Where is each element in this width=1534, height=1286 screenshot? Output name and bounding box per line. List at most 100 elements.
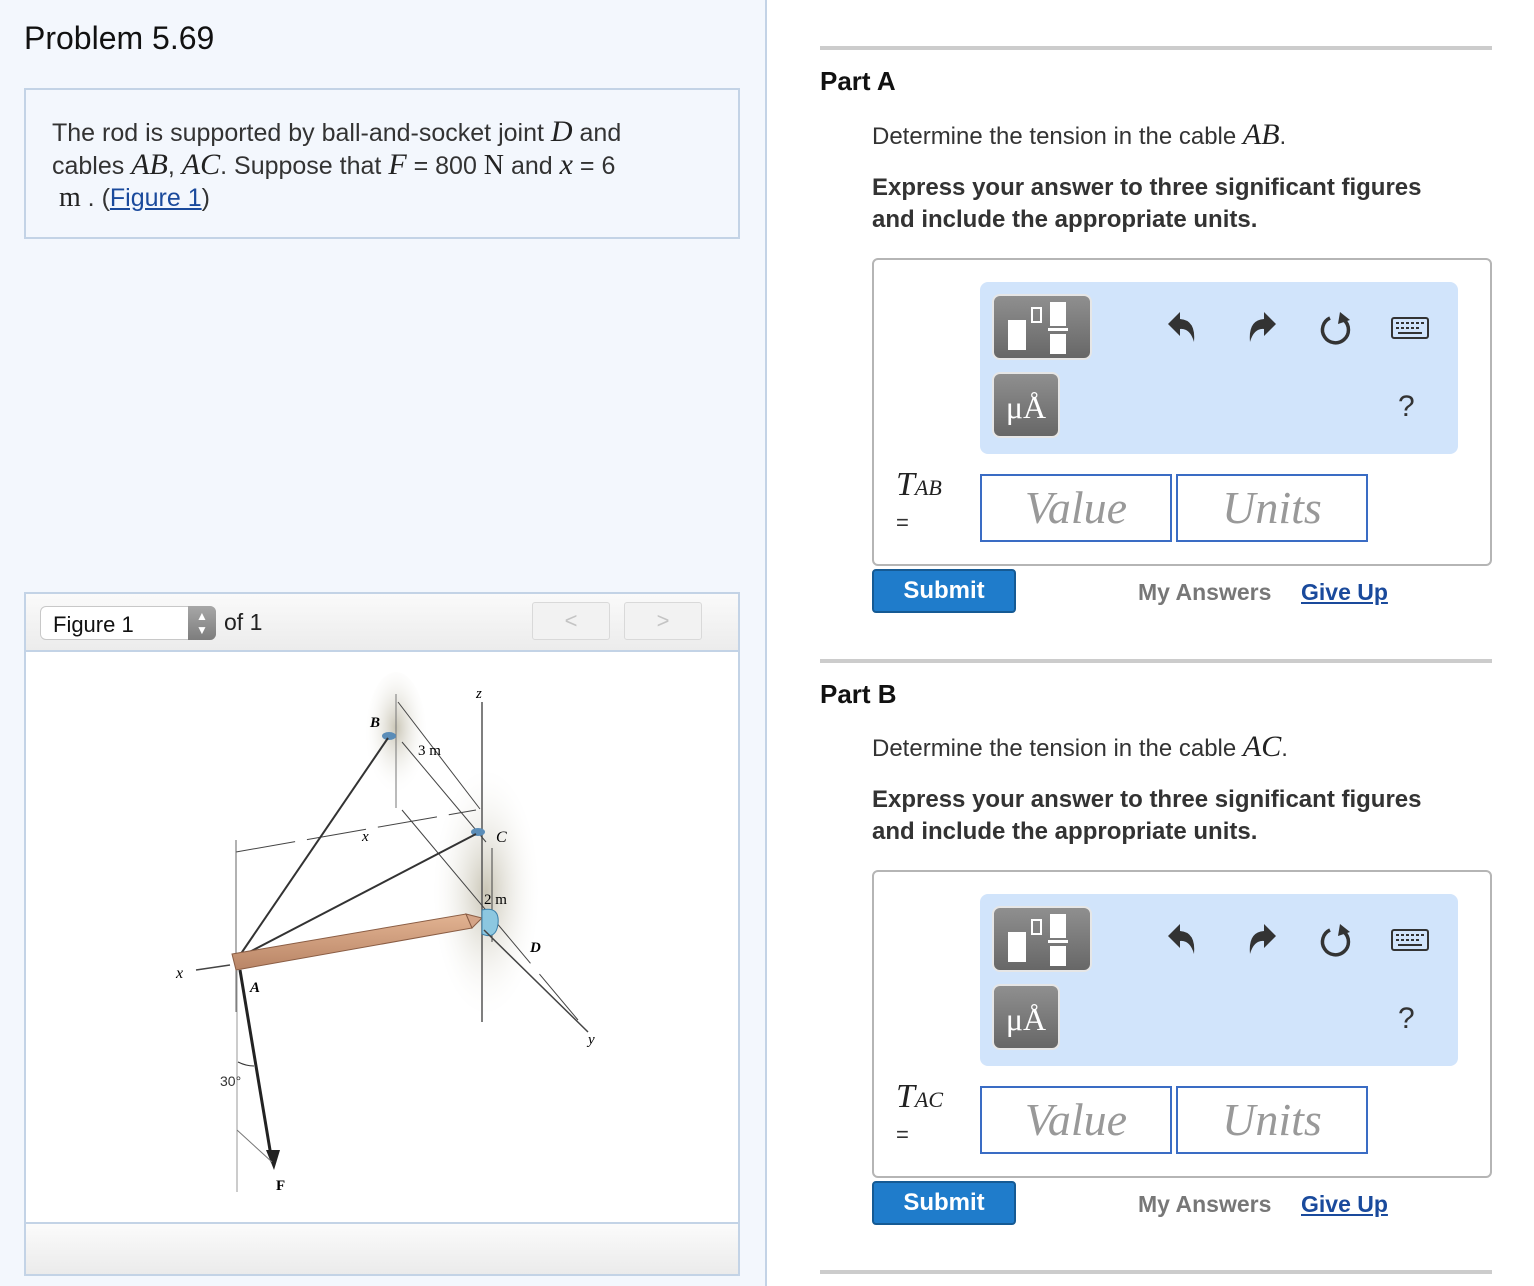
submit-button[interactable]: Submit — [872, 1181, 1016, 1225]
instruction-line: Express your answer to three significant… — [872, 786, 1422, 813]
statement-text: , — [167, 152, 182, 180]
reset-icon[interactable] — [1316, 920, 1356, 960]
undo-icon[interactable] — [1162, 920, 1202, 960]
statement-text: and — [572, 119, 622, 147]
problem-title: Problem 5.69 — [24, 20, 215, 56]
force-F-arrowhead — [266, 1150, 280, 1170]
undo-icon[interactable] — [1162, 308, 1202, 348]
help-icon[interactable]: ? — [1398, 390, 1415, 424]
angle-arc — [237, 1061, 255, 1067]
redo-icon[interactable] — [1242, 920, 1282, 960]
equals-sign: = — [896, 510, 909, 535]
math-AB: AB — [1242, 118, 1280, 151]
label-D: D — [529, 940, 541, 956]
label-y: y — [586, 1032, 595, 1048]
question-text: Determine the tension in the cable AB. — [872, 118, 1286, 152]
templates-button[interactable] — [992, 906, 1092, 972]
give-up-link[interactable]: Give Up — [1301, 1191, 1388, 1218]
math-x: x — [559, 148, 573, 181]
statement-text: . ( — [80, 184, 110, 212]
reset-icon[interactable] — [1316, 308, 1356, 348]
question-label: Determine the tension in the cable — [872, 735, 1243, 762]
question-end: . — [1281, 735, 1288, 762]
label-C: C — [496, 829, 507, 846]
socket-D — [481, 908, 499, 937]
unit-m: m — [58, 182, 81, 213]
label-x-axis: x — [175, 965, 183, 982]
label-A: A — [249, 980, 260, 996]
math-toolbar: μÅ ? — [980, 282, 1458, 454]
next-figure-button[interactable]: > — [624, 602, 702, 640]
unit-N: N — [483, 150, 505, 181]
instruction-line: Express your answer to three significant… — [872, 174, 1422, 201]
problem-pane: Problem 5.69 The rod is supported by bal… — [0, 0, 767, 1286]
figure-viewer: Figure 1 ▲ ▼ of 1 < > z B 3 m x C 2 m D … — [24, 592, 740, 1276]
equals-sign: = — [896, 1122, 909, 1147]
math-AC: AC — [181, 148, 221, 181]
prev-figure-button[interactable]: < — [532, 602, 610, 640]
instruction-line: and include the appropriate units. — [872, 206, 1258, 233]
statement-text: ) — [201, 184, 210, 212]
instruction-line: and include the appropriate units. — [872, 818, 1258, 845]
figure-count: of 1 — [224, 609, 263, 635]
instruction: Express your answer to three significant… — [872, 784, 1422, 848]
templates-icon — [1008, 914, 1068, 966]
label-z: z — [475, 686, 482, 702]
figure-footer — [26, 1222, 738, 1274]
label-F: F — [276, 1178, 285, 1194]
variable-subscript: AC — [914, 1087, 944, 1112]
units-input[interactable]: Units — [1176, 1086, 1368, 1154]
variable-label: TAC — [896, 1078, 943, 1116]
answer-box: μÅ ? TAB = Value Units — [872, 258, 1492, 566]
value-input[interactable]: Value — [980, 1086, 1172, 1154]
label-3m: 3 m — [418, 743, 441, 759]
units-button[interactable]: μÅ — [992, 984, 1060, 1050]
help-icon[interactable]: ? — [1398, 1002, 1415, 1036]
label-B: B — [369, 715, 380, 731]
variable-symbol: T — [896, 466, 915, 503]
part-b: Part B Determine the tension in the cabl… — [820, 659, 1492, 1225]
statement-text: . Suppose that — [220, 152, 389, 180]
answer-box: μÅ ? TAC = Value Units — [872, 870, 1492, 1178]
question-text: Determine the tension in the cable AC. — [872, 730, 1288, 764]
divider — [820, 659, 1492, 663]
figure-link[interactable]: Figure 1 — [110, 184, 202, 212]
math-AC: AC — [1242, 730, 1282, 763]
units-button[interactable]: μÅ — [992, 372, 1060, 438]
part-a: Part A Determine the tension in the cabl… — [820, 46, 1492, 613]
statement-text: and — [504, 152, 560, 180]
figure-toolbar: Figure 1 ▲ ▼ of 1 < > — [26, 594, 738, 652]
divider — [820, 46, 1492, 50]
keyboard-icon[interactable] — [1390, 920, 1430, 960]
submit-button[interactable]: Submit — [872, 569, 1016, 613]
statement-text: = 800 — [406, 152, 484, 180]
statement-text: cables — [52, 152, 132, 180]
math-F: F — [388, 148, 407, 181]
figure-diagram: z B 3 m x C 2 m D y x A 30° F — [175, 672, 595, 1194]
x-axis — [195, 964, 231, 971]
math-AB: AB — [131, 148, 168, 181]
templates-icon — [1008, 302, 1068, 354]
variable-subscript: AB — [914, 475, 942, 500]
part-title: Part A — [820, 66, 896, 96]
figure-select[interactable]: Figure 1 ▲ ▼ — [40, 606, 216, 640]
my-answers-link[interactable]: My Answers — [1138, 579, 1271, 606]
question-label: Determine the tension in the cable — [872, 123, 1243, 150]
value-input[interactable]: Value — [980, 474, 1172, 542]
math-toolbar: μÅ ? — [980, 894, 1458, 1066]
statement-text: = 6 — [572, 152, 616, 180]
my-answers-link[interactable]: My Answers — [1138, 1191, 1271, 1218]
instruction: Express your answer to three significant… — [872, 172, 1422, 236]
units-input[interactable]: Units — [1176, 474, 1368, 542]
variable-label: TAB — [896, 466, 942, 504]
force-F-arrow — [238, 969, 274, 1163]
templates-button[interactable] — [992, 294, 1092, 360]
give-up-link[interactable]: Give Up — [1301, 579, 1388, 606]
keyboard-icon[interactable] — [1390, 308, 1430, 348]
anchor-B — [382, 732, 396, 740]
chevron-up-down-icon: ▲ ▼ — [188, 606, 216, 640]
problem-statement: The rod is supported by ball-and-socket … — [24, 88, 740, 239]
label-angle: 30° — [220, 1073, 241, 1089]
label-x-dim: x — [361, 829, 369, 845]
redo-icon[interactable] — [1242, 308, 1282, 348]
